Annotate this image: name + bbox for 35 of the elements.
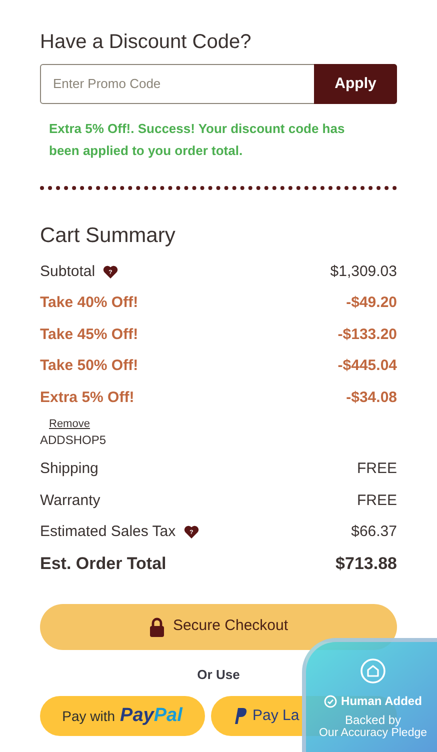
house-icon xyxy=(360,658,386,684)
check-circle-icon xyxy=(324,694,338,708)
lock-icon xyxy=(148,616,165,636)
row-label: Shipping xyxy=(40,459,98,479)
row-value: $1,309.03 xyxy=(330,262,397,282)
badge-text: Our Accuracy Pledge xyxy=(318,727,428,740)
row-label: Subtotal xyxy=(40,262,96,282)
row-value: -$49.20 xyxy=(346,293,397,313)
row-value: $713.88 xyxy=(336,553,397,575)
row-value: FREE xyxy=(356,490,397,510)
section-title: Cart Summary xyxy=(40,223,176,249)
row-value: -$133.20 xyxy=(338,324,397,344)
paypal-button[interactable]: Pay with PayPal xyxy=(40,696,204,736)
badge-title: Human Added xyxy=(341,693,422,710)
row-label: Estimated Sales Tax xyxy=(40,522,176,542)
success-message: Extra 5% Off!. Success! Your discount code has been applied to you order total. xyxy=(48,120,346,160)
row-label: Take 45% Off! xyxy=(40,324,138,344)
row-value: -$34.08 xyxy=(346,388,397,408)
row-value: -$445.04 xyxy=(338,356,397,376)
secure-checkout-button[interactable]: Secure Checkout xyxy=(40,604,397,650)
row-value: $66.37 xyxy=(351,522,397,542)
section-title: Have a Discount Code? xyxy=(40,30,252,55)
promo-code-label: ADDSHOP5 xyxy=(40,432,106,448)
row-label: Take 50% Off! xyxy=(40,356,138,376)
row-value: FREE xyxy=(356,459,397,479)
or-use-label: Or Use xyxy=(197,666,240,684)
badge-text: Backed by xyxy=(344,714,402,727)
row-label: Est. Order Total xyxy=(40,553,166,575)
apply-button[interactable]: Apply xyxy=(314,64,397,104)
row-label: Extra 5% Off! xyxy=(40,388,134,408)
remove-link[interactable]: Remove xyxy=(49,416,90,432)
promo-code-field[interactable]: Enter Promo Code Apply xyxy=(40,64,397,104)
paypal-logo-icon xyxy=(232,707,246,725)
row-label: Warranty xyxy=(40,490,100,510)
row-label: Take 40% Off! xyxy=(40,293,138,313)
